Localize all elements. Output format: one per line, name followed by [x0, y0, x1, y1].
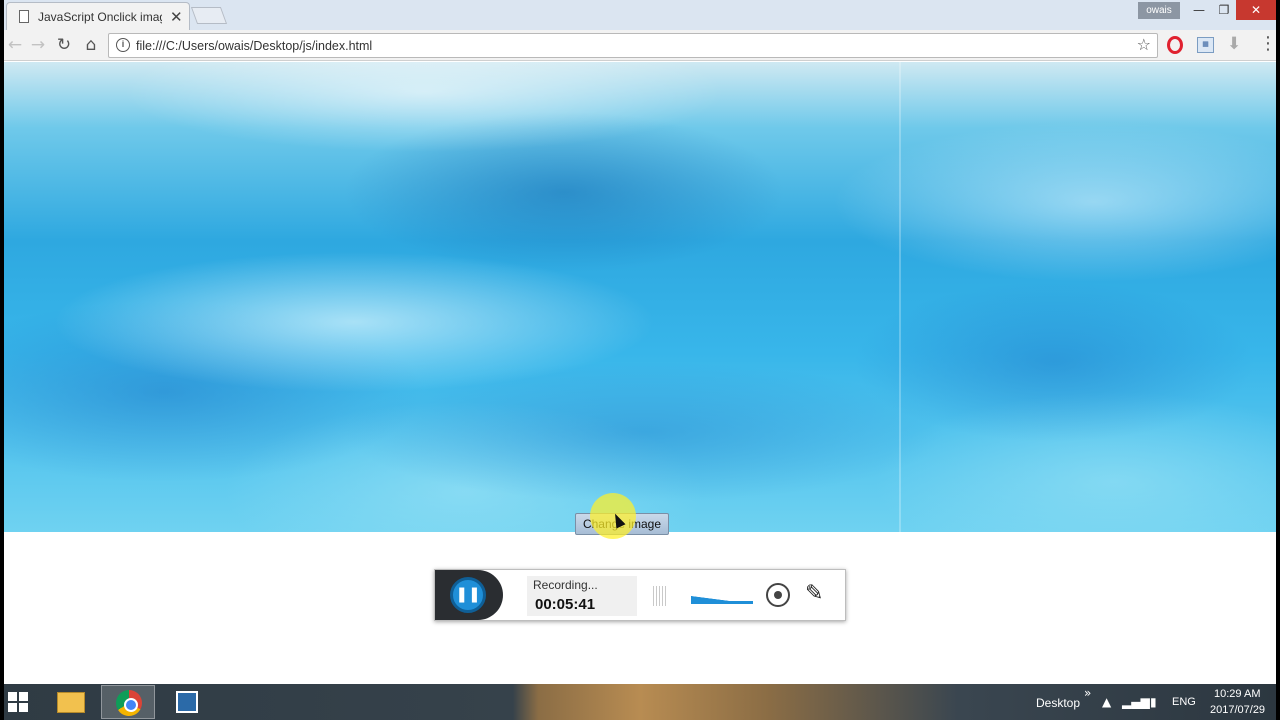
- browser-toolbar: ← → ↻ ⌂ i file:///C:/Users/owais/Desktop…: [4, 30, 1276, 61]
- url-text[interactable]: file:///C:/Users/owais/Desktop/js/index.…: [136, 39, 372, 53]
- volume-track: [691, 601, 753, 604]
- new-tab-button[interactable]: [190, 7, 228, 24]
- battery-icon[interactable]: ▮: [1150, 695, 1157, 709]
- clock-time[interactable]: 10:29 AM: [1214, 688, 1260, 700]
- volume-slider[interactable]: [691, 588, 753, 604]
- file-explorer-icon[interactable]: [44, 685, 98, 719]
- water-image: [4, 62, 1276, 532]
- download-icon[interactable]: ⬇: [1227, 34, 1241, 54]
- screen: JavaScript Onclick image ✕ owais — ❐ ✕ ←…: [4, 0, 1276, 720]
- image-seam: [899, 62, 901, 532]
- window-controls: — ❐ ✕: [1186, 0, 1276, 20]
- minimize-button[interactable]: —: [1186, 0, 1212, 20]
- opera-icon[interactable]: [1167, 36, 1183, 54]
- reload-icon[interactable]: ↻: [53, 34, 75, 56]
- chevron-right-icon[interactable]: »: [1084, 686, 1091, 700]
- recording-timer: 00:05:41: [535, 596, 596, 613]
- browser-titlebar: JavaScript Onclick image ✕ owais — ❐ ✕: [4, 0, 1276, 30]
- clock-date[interactable]: 2017/07/29: [1210, 704, 1265, 716]
- webcam-icon[interactable]: [766, 583, 790, 607]
- page-content: Change image ❚❚ Recording... 00:05:41 ✎: [4, 62, 1276, 684]
- desktop-toolbar-label[interactable]: Desktop: [1036, 696, 1080, 710]
- recorder-control-panel: ❚❚: [435, 570, 503, 620]
- browser-tab[interactable]: JavaScript Onclick image ✕: [6, 2, 190, 30]
- pencil-icon[interactable]: ✎: [805, 581, 823, 606]
- forward-arrow-icon[interactable]: →: [27, 34, 49, 56]
- pause-button[interactable]: ❚❚: [450, 577, 486, 613]
- windows-start-icon[interactable]: [4, 684, 34, 720]
- tray-overflow-icon[interactable]: ▲: [1102, 695, 1111, 709]
- language-indicator[interactable]: ENG: [1172, 696, 1196, 708]
- recording-widget: ❚❚ Recording... 00:05:41 ✎: [434, 569, 846, 621]
- extension-icon[interactable]: ▦: [1197, 37, 1214, 53]
- chrome-icon[interactable]: [101, 685, 155, 719]
- page-favicon-icon: [19, 10, 29, 23]
- menu-icon[interactable]: ⋮: [1259, 33, 1276, 54]
- network-signal-icon[interactable]: ▂▄▆: [1122, 695, 1150, 709]
- home-icon[interactable]: ⌂: [80, 34, 102, 56]
- info-icon[interactable]: i: [116, 38, 130, 52]
- profile-badge[interactable]: owais: [1138, 2, 1180, 19]
- recording-status: Recording...: [533, 578, 598, 592]
- drag-handle[interactable]: [653, 586, 667, 606]
- taskbar: Desktop » ▲ ▂▄▆ ▮ ENG 10:29 AM 2017/07/2…: [4, 684, 1276, 720]
- tab-close-icon[interactable]: ✕: [170, 8, 183, 26]
- back-arrow-icon[interactable]: ←: [4, 34, 26, 56]
- app-window-icon[interactable]: [160, 685, 214, 719]
- star-icon[interactable]: ☆: [1137, 35, 1151, 54]
- address-bar[interactable]: i file:///C:/Users/owais/Desktop/js/inde…: [108, 33, 1158, 58]
- change-image-button[interactable]: Change image: [575, 513, 669, 535]
- close-window-button[interactable]: ✕: [1236, 0, 1276, 20]
- recording-status-panel: Recording... 00:05:41: [527, 576, 637, 616]
- tab-title: JavaScript Onclick image: [38, 10, 162, 24]
- restore-button[interactable]: ❐: [1212, 0, 1236, 20]
